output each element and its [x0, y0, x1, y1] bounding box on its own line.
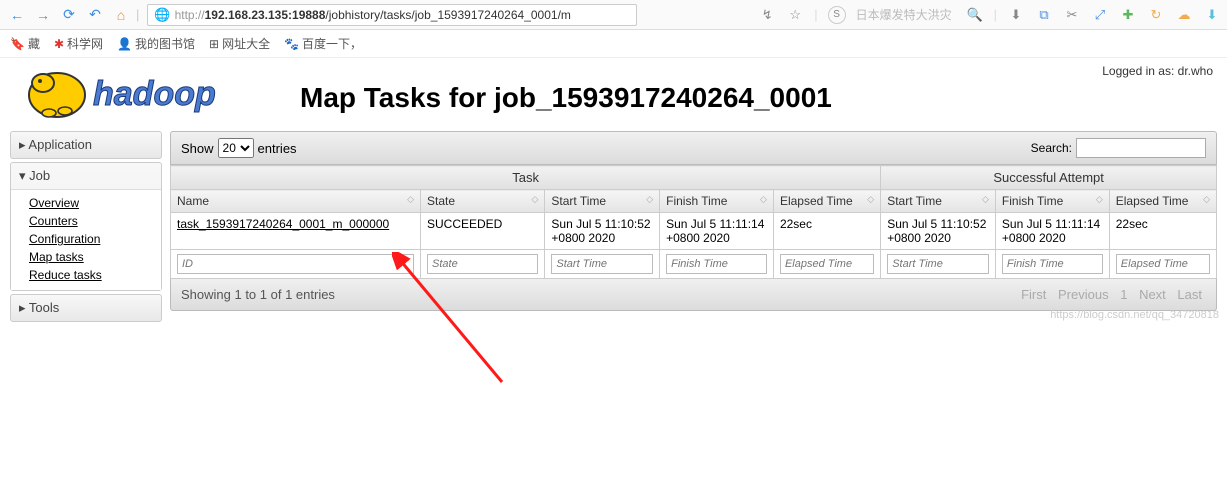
bookmark-item[interactable]: 🔖藏: [10, 35, 40, 52]
sidebar-section-tools[interactable]: ▸ Tools: [11, 295, 161, 321]
bookmark-item[interactable]: 👤我的图书馆: [117, 35, 195, 52]
browser-right-icons: ↯ ☆ | S 日本爆发特大洪灾 🔍 | ⬇ ⧉ ✂ ⤢ ✚ ↻ ☁ ⬇: [758, 6, 1221, 24]
filter-id[interactable]: [177, 254, 414, 274]
pager-1[interactable]: 1: [1120, 287, 1127, 302]
expand-icon[interactable]: ⤢: [1091, 6, 1109, 24]
translate-icon[interactable]: ⧉: [1035, 6, 1053, 24]
col-finish2[interactable]: Finish Time◇: [995, 190, 1109, 213]
pager-first[interactable]: First: [1021, 287, 1046, 302]
browser-toolbar: ← → ⟳ ↶ ⌂ | 🌐 http://192.168.23.135:1988…: [0, 0, 1227, 30]
entries-label: entries: [258, 141, 297, 156]
col-state[interactable]: State◇: [421, 190, 545, 213]
login-status: Logged in as: dr.who: [1102, 64, 1213, 78]
filter-finish2[interactable]: [1002, 254, 1103, 274]
bookmark-item[interactable]: ✱科学网: [54, 35, 103, 52]
cell-elapsed2: 22sec: [1109, 213, 1216, 250]
download2-icon[interactable]: ⬇: [1203, 6, 1221, 24]
filter-start2[interactable]: [887, 254, 989, 274]
search-label: Search:: [1031, 141, 1072, 155]
bookmark-item[interactable]: ⊞网址大全: [209, 35, 270, 52]
search-icon[interactable]: 🔍: [966, 6, 984, 24]
bookmark-item[interactable]: 🐾百度一下，: [284, 35, 362, 52]
search-input[interactable]: [1076, 138, 1206, 158]
col-start2[interactable]: Start Time◇: [881, 190, 996, 213]
cell-finish1: Sun Jul 5 11:11:14 +0800 2020: [660, 213, 774, 250]
datatable-bottom: Showing 1 to 1 of 1 entries First Previo…: [170, 279, 1217, 311]
sidebar-link-maptasks[interactable]: Map tasks: [29, 248, 161, 266]
col-name[interactable]: Name◇: [171, 190, 421, 213]
cell-finish2: Sun Jul 5 11:11:14 +0800 2020: [995, 213, 1109, 250]
sidebar-section-application[interactable]: ▸ Application: [11, 132, 161, 158]
home-icon[interactable]: ⌂: [110, 4, 132, 26]
group-attempt: Successful Attempt: [881, 166, 1217, 190]
sidebar-link-counters[interactable]: Counters: [29, 212, 161, 230]
sidebar-link-overview[interactable]: Overview: [29, 194, 161, 212]
table-info: Showing 1 to 1 of 1 entries: [181, 287, 335, 302]
fast-icon[interactable]: ↯: [758, 6, 776, 24]
cell-elapsed1: 22sec: [773, 213, 880, 250]
hadoop-logo: hadoop: [15, 63, 285, 121]
watermark: https://blog.csdn.net/qq_34720818: [1050, 309, 1219, 321]
col-start1[interactable]: Start Time◇: [545, 190, 660, 213]
sidebar-link-configuration[interactable]: Configuration: [29, 230, 161, 248]
filter-start1[interactable]: [551, 254, 653, 274]
col-elapsed2[interactable]: Elapsed Time◇: [1109, 190, 1216, 213]
bookmarks-bar: 🔖藏 ✱科学网 👤我的图书馆 ⊞网址大全 🐾百度一下，: [0, 30, 1227, 58]
pager-next[interactable]: Next: [1139, 287, 1166, 302]
cell-start2: Sun Jul 5 11:10:52 +0800 2020: [881, 213, 996, 250]
sidebar: ▸ Application ▾ Job Overview Counters Co…: [10, 131, 162, 325]
back-icon[interactable]: ←: [6, 4, 28, 26]
group-task: Task: [171, 166, 881, 190]
col-elapsed1[interactable]: Elapsed Time◇: [773, 190, 880, 213]
col-finish1[interactable]: Finish Time◇: [660, 190, 774, 213]
pager-last[interactable]: Last: [1177, 287, 1202, 302]
cloud-icon[interactable]: ☁: [1175, 6, 1193, 24]
forward-icon[interactable]: →: [32, 4, 54, 26]
url-bar[interactable]: 🌐 http://192.168.23.135:19888/jobhistory…: [147, 4, 637, 26]
sidebar-section-job[interactable]: ▾ Job: [11, 163, 161, 189]
url-text: http://192.168.23.135:19888/jobhistory/t…: [175, 8, 571, 22]
filter-row: [171, 250, 1217, 279]
page-size-select[interactable]: 20: [218, 138, 254, 158]
filter-finish1[interactable]: [666, 254, 767, 274]
main-panel: Show 20 entries Search: Task Successful …: [170, 131, 1217, 325]
download-icon[interactable]: ⬇: [1007, 6, 1025, 24]
svg-text:hadoop: hadoop: [93, 75, 216, 113]
search-placeholder[interactable]: 日本爆发特大洪灾: [856, 6, 956, 23]
sogou-icon[interactable]: S: [828, 6, 846, 24]
sidebar-link-reducetasks[interactable]: Reduce tasks: [29, 266, 161, 284]
show-label: Show: [181, 141, 214, 156]
task-link[interactable]: task_1593917240264_0001_m_000000: [177, 217, 389, 231]
pager-prev[interactable]: Previous: [1058, 287, 1109, 302]
puzzle-icon[interactable]: ✚: [1119, 6, 1137, 24]
filter-elapsed1[interactable]: [780, 254, 874, 274]
reload-icon[interactable]: ⟳: [58, 4, 80, 26]
datatable-top: Show 20 entries Search:: [170, 131, 1217, 165]
tasks-table: Task Successful Attempt Name◇ State◇ Sta…: [170, 165, 1217, 279]
filter-elapsed2[interactable]: [1116, 254, 1210, 274]
cell-state: SUCCEEDED: [421, 213, 545, 250]
page-title: Map Tasks for job_1593917240264_0001: [300, 82, 832, 114]
refresh2-icon[interactable]: ↻: [1147, 6, 1165, 24]
page-header: Logged in as: dr.who hadoop Map Tasks fo…: [0, 58, 1227, 131]
star-icon[interactable]: ☆: [786, 6, 804, 24]
cell-start1: Sun Jul 5 11:10:52 +0800 2020: [545, 213, 660, 250]
globe-icon: 🌐: [154, 7, 170, 23]
pager: First Previous 1 Next Last: [1017, 287, 1206, 302]
filter-state[interactable]: [427, 254, 538, 274]
undo-icon[interactable]: ↶: [84, 4, 106, 26]
table-row: task_1593917240264_0001_m_000000 SUCCEED…: [171, 213, 1217, 250]
scissors-icon[interactable]: ✂: [1063, 6, 1081, 24]
